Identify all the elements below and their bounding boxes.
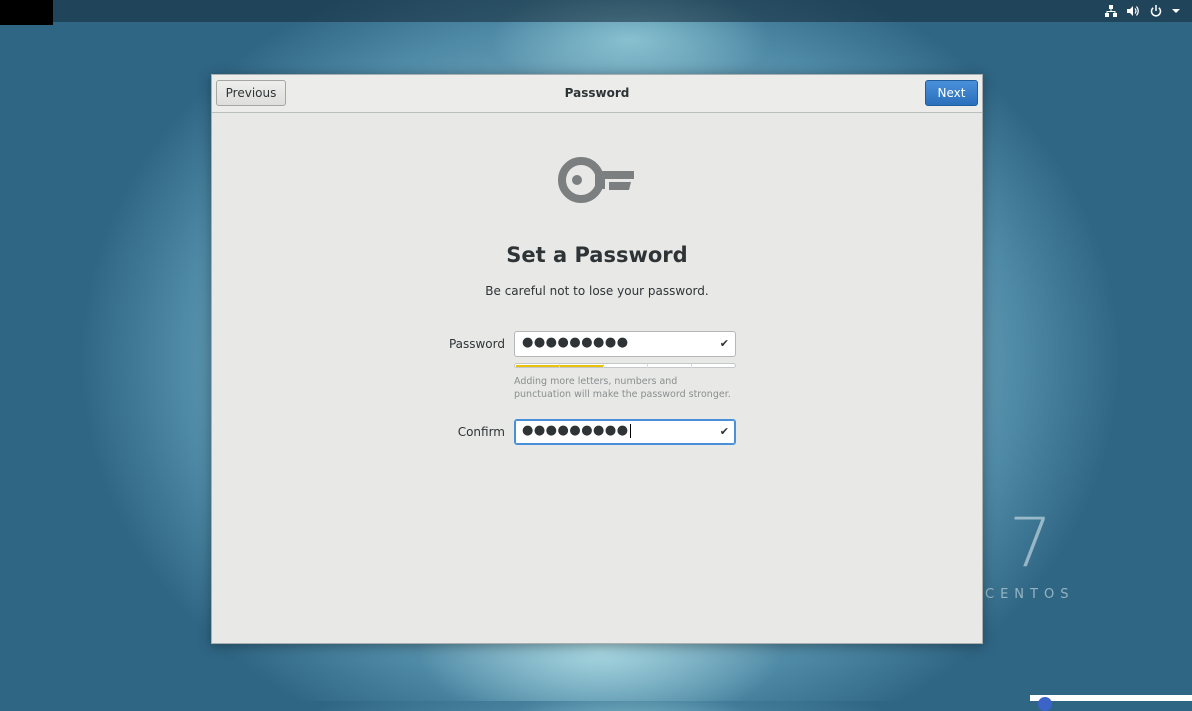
- strength-divider: [603, 364, 604, 368]
- page-subheading: Be careful not to lose your password.: [485, 284, 709, 298]
- strength-divider: [691, 364, 692, 368]
- chevron-down-icon: [1172, 8, 1180, 14]
- checkmark-icon: ✔: [719, 425, 729, 438]
- password-hint: Adding more letters, numbers and punctua…: [514, 376, 731, 400]
- page-heading: Set a Password: [506, 243, 688, 267]
- password-label: Password: [448, 337, 505, 351]
- password-strength-bar: [514, 363, 736, 368]
- network-icon: [1105, 5, 1117, 17]
- password-field[interactable]: ●●●●●●●●● ✔: [514, 331, 736, 357]
- brand-version: 7: [1009, 504, 1053, 583]
- top-bar: [0, 0, 1192, 22]
- confirm-value: ●●●●●●●●●: [522, 423, 629, 438]
- confirm-label: Confirm: [457, 425, 505, 439]
- confirm-field[interactable]: ●●●●●●●●● ✔: [514, 419, 736, 445]
- volume-icon: [1127, 5, 1140, 17]
- key-icon: [557, 155, 635, 209]
- dialog-header: Previous Password Next: [212, 75, 982, 113]
- system-tray[interactable]: [1105, 0, 1180, 22]
- power-icon: [1150, 5, 1162, 17]
- activities-corner[interactable]: [0, 0, 53, 25]
- password-value: ●●●●●●●●●: [522, 335, 629, 350]
- next-button[interactable]: Next: [925, 80, 978, 106]
- setup-dialog: Previous Password Next Set a Password Be…: [211, 74, 983, 644]
- notification-icon: [1038, 697, 1052, 711]
- strength-divider: [559, 364, 560, 368]
- strength-divider: [647, 364, 648, 368]
- dialog-title: Password: [564, 86, 630, 100]
- checkmark-icon: ✔: [719, 337, 729, 350]
- brand-name: CENTOS: [985, 587, 1075, 602]
- text-caret: [629, 423, 631, 438]
- bottom-notification-strip: [1030, 695, 1192, 711]
